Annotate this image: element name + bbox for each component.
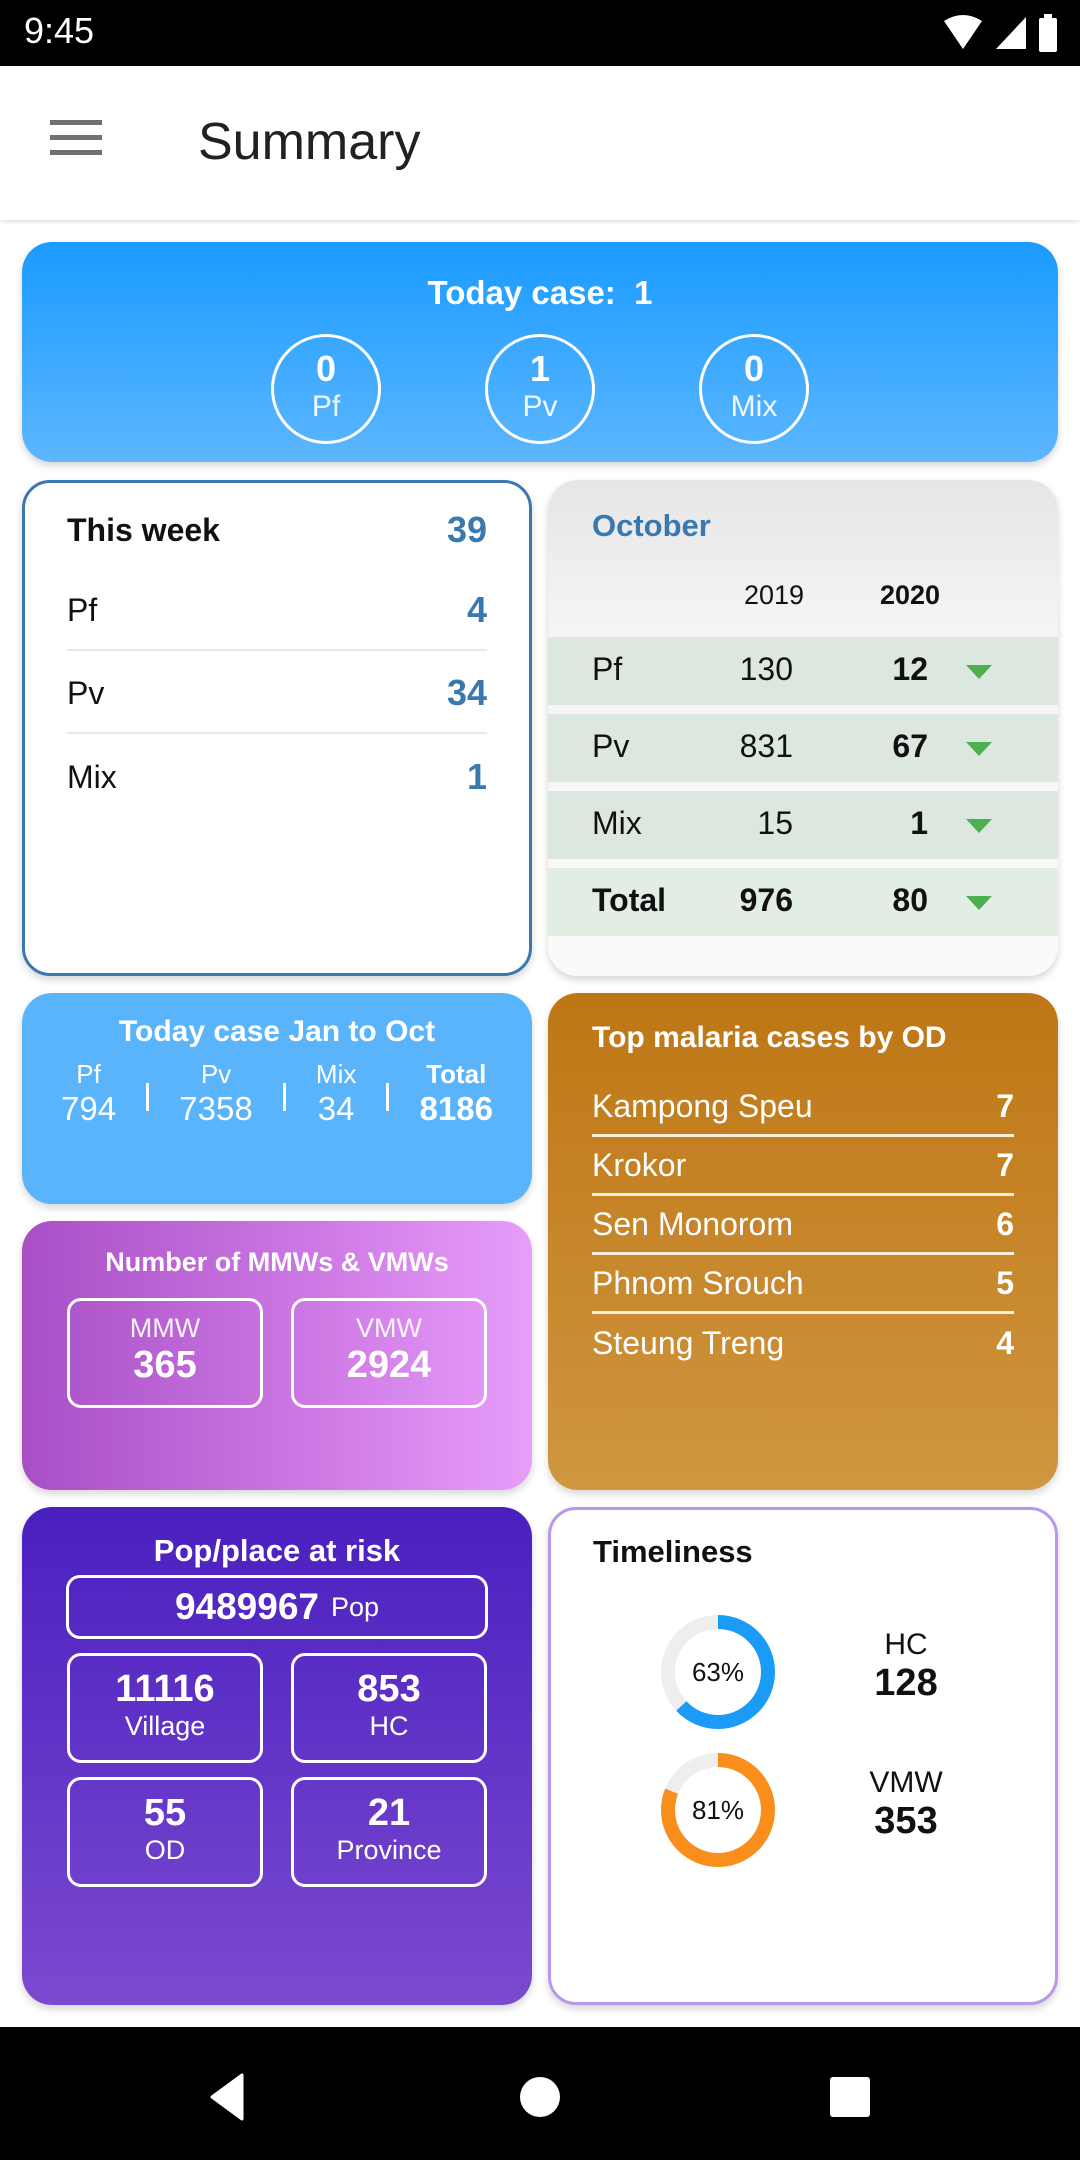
column-header-2020: 2020	[880, 580, 941, 610]
pop-risk-card[interactable]: Pop/place at risk 9489967 Pop 11116 Vill…	[22, 1507, 532, 2005]
hamburger-menu-icon[interactable]	[50, 120, 104, 160]
vmw-timeliness-percent: 81%	[691, 1795, 745, 1825]
today-case-title: Today case: 1	[427, 274, 653, 311]
jan-to-oct-card[interactable]: Today case Jan to Oct Pf 794 Pv 7358 Mix…	[22, 993, 532, 1204]
status-bar: 9:45	[0, 0, 1080, 66]
page-title: Summary	[198, 113, 421, 171]
home-button[interactable]	[510, 2067, 570, 2127]
jan-oct-pf: Pf 794	[61, 1059, 117, 1127]
today-case-total: 1	[634, 274, 653, 311]
status-time: 9:45	[24, 10, 95, 51]
population-box: 9489967 Pop	[66, 1575, 488, 1639]
table-row-total: Total 976 80	[548, 868, 1058, 936]
divider	[282, 1082, 286, 1111]
today-case-card[interactable]: Today case: 1 0 Pf 1 Pv 0 Mix	[22, 242, 1058, 462]
trend-down-icon	[966, 896, 992, 910]
trend-down-icon	[966, 819, 992, 833]
list-item: Steung Treng 4	[592, 1325, 1014, 1361]
app-bar: Summary	[0, 66, 1080, 220]
this-week-total: 39	[446, 509, 487, 550]
back-button[interactable]	[200, 2067, 260, 2127]
timeliness-card[interactable]: Timeliness 63% HC 128 81% VMW 353	[548, 1507, 1058, 2005]
divider	[67, 732, 487, 734]
jan-oct-pv: Pv 7358	[179, 1059, 253, 1127]
mmw-count-box: MMW 365	[67, 1298, 263, 1408]
hc-timeliness-percent: 63%	[691, 1657, 745, 1687]
list-item: Pv 34	[67, 672, 487, 713]
today-pf-circle: 0 Pf	[271, 334, 381, 444]
table-row: Pv 831 67	[548, 714, 1058, 782]
october-card[interactable]: October 2019 2020 Pf 130 12 Pv 831 67 Mi…	[548, 480, 1058, 976]
list-item: Kampong Speu 7	[592, 1078, 1014, 1137]
today-pv-circle: 1 Pv	[485, 334, 595, 444]
top-od-title: Top malaria cases by OD	[592, 1021, 947, 1054]
table-row: Pf 130 12	[548, 637, 1058, 705]
list-item: Phnom Srouch 5	[592, 1255, 1014, 1314]
vmw-count-box: VMW 2924	[291, 1298, 487, 1408]
province-count-box: 21 Province	[291, 1777, 487, 1887]
jan-oct-mix: Mix 34	[315, 1059, 357, 1127]
october-title: October	[592, 508, 711, 543]
trend-down-icon	[966, 742, 992, 756]
battery-icon	[1039, 14, 1057, 52]
list-item: Sen Monorom 6	[592, 1196, 1014, 1255]
hc-count-box: 853 HC	[291, 1653, 487, 1763]
jan-oct-total: Total 8186	[419, 1059, 493, 1127]
this-week-header: This week 39	[67, 509, 487, 550]
column-header-2019: 2019	[744, 580, 805, 610]
list-item: Krokor 7	[592, 1137, 1014, 1196]
back-icon	[210, 2073, 244, 2121]
jan-to-oct-title: Today case Jan to Oct	[118, 1015, 436, 1048]
status-icons	[942, 14, 1058, 52]
dashboard-content: Today case: 1 0 Pf 1 Pv 0 Mix This week …	[0, 220, 1080, 2027]
list-item: Pf 4	[67, 589, 487, 630]
recents-button[interactable]	[820, 2067, 880, 2127]
trend-down-icon	[966, 665, 992, 679]
recents-icon	[830, 2077, 870, 2117]
vmw-timeliness-donut: 81%	[661, 1753, 775, 1867]
navigation-bar	[0, 2027, 1080, 2160]
od-count-box: 55 OD	[67, 1777, 263, 1887]
hc-timeliness-stat: HC 128	[874, 1628, 938, 1704]
home-icon	[520, 2077, 560, 2117]
divider	[67, 649, 487, 651]
divider	[146, 1082, 150, 1111]
village-count-box: 11116 Village	[67, 1653, 263, 1763]
workers-title: Number of MMWs & VMWs	[105, 1247, 449, 1277]
list-item: Mix 1	[67, 756, 487, 797]
vmw-timeliness-stat: VMW 353	[869, 1766, 943, 1842]
timeliness-title: Timeliness	[593, 1534, 753, 1569]
table-row: Mix 15 1	[548, 791, 1058, 859]
divider	[386, 1082, 390, 1111]
workers-card[interactable]: Number of MMWs & VMWs MMW 365 VMW 2924	[22, 1221, 532, 1490]
signal-icon	[996, 17, 1026, 49]
today-mix-circle: 0 Mix	[699, 334, 809, 444]
this-week-card[interactable]: This week 39 Pf 4 Pv 34 Mix 1	[22, 480, 532, 976]
hc-timeliness-donut: 63%	[661, 1615, 775, 1729]
wifi-icon	[944, 15, 982, 49]
top-od-card[interactable]: Top malaria cases by OD Kampong Speu 7 K…	[548, 993, 1058, 1490]
pop-risk-title: Pop/place at risk	[153, 1533, 401, 1568]
